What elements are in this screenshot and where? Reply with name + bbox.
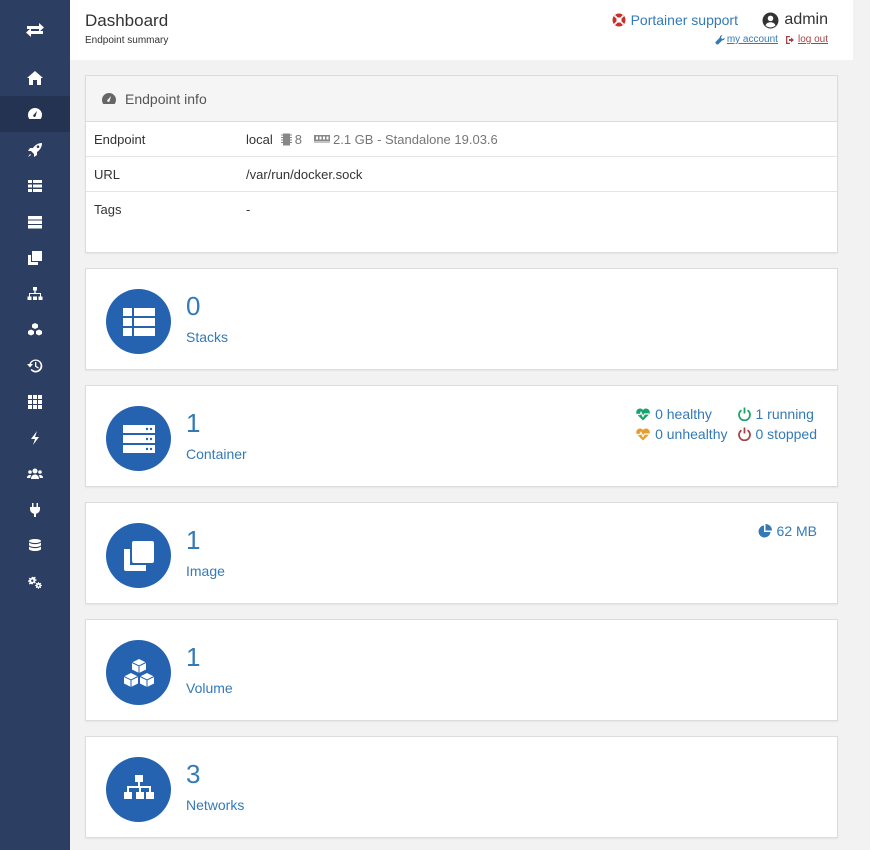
server-icon[interactable]	[0, 204, 70, 240]
cpu-count: 8	[294, 131, 302, 147]
running-status: 1 running	[737, 406, 818, 422]
networks-widget[interactable]: 3 Networks	[85, 736, 838, 838]
heartbeat-icon	[636, 428, 650, 440]
stopped-status: 0 stopped	[737, 426, 818, 442]
sign-out-icon	[785, 35, 794, 44]
containers-label: Container	[186, 446, 247, 462]
volumes-count: 1	[186, 642, 201, 672]
info-value: /var/run/docker.sock	[246, 166, 363, 182]
sitemap-icon[interactable]	[0, 276, 70, 312]
pie-chart-icon	[758, 524, 772, 538]
running-label: 1 running	[755, 406, 814, 422]
unhealthy-label: 0 unhealthy	[655, 426, 728, 442]
info-key: Tags	[94, 202, 122, 217]
images-label: Image	[186, 563, 225, 579]
memory-icon	[313, 135, 330, 143]
memory-summary: 2.1 GB - Standalone 19.03.6	[332, 131, 498, 147]
info-value: local 8 2.1 GB - Standalone 19.03.6	[246, 132, 498, 147]
networks-label: Networks	[186, 797, 245, 813]
cubes-icon	[106, 640, 171, 705]
stopped-label: 0 stopped	[755, 426, 818, 442]
endpoint-info-header: Endpoint info	[86, 76, 837, 122]
user-menu: admin	[762, 11, 828, 29]
info-row-url: URL /var/run/docker.sock	[86, 157, 837, 192]
cogs-icon[interactable]	[0, 564, 70, 600]
life-ring-icon	[612, 13, 626, 27]
volumes-label: Volume	[186, 680, 233, 696]
endpoint-info-title: Endpoint info	[125, 90, 207, 107]
th-icon[interactable]	[0, 384, 70, 420]
stacks-count: 0	[186, 291, 201, 321]
plug-icon[interactable]	[0, 492, 70, 528]
my-account-link[interactable]: my account	[715, 34, 778, 45]
history-icon[interactable]	[0, 348, 70, 384]
sitemap-icon	[106, 757, 171, 822]
server-icon	[106, 406, 171, 471]
stacks-icon	[106, 289, 171, 354]
users-icon[interactable]	[0, 456, 70, 492]
container-status: 0 healthy 1 running 0 unhealthy 0 stoppe…	[636, 406, 817, 442]
clone-icon[interactable]	[0, 240, 70, 276]
tachometer-icon	[102, 92, 116, 104]
endpoint-name: local	[246, 131, 273, 147]
healthy-status: 0 healthy	[636, 406, 727, 422]
info-value: -	[246, 202, 251, 217]
header: Dashboard Endpoint summary Portainer sup…	[70, 0, 853, 60]
clone-icon	[106, 523, 171, 588]
power-off-icon	[737, 427, 751, 441]
stacks-widget[interactable]: 0 Stacks	[85, 268, 838, 370]
images-size: 62 MB	[758, 523, 817, 539]
support-label: Portainer support	[630, 12, 738, 28]
heartbeat-icon	[636, 408, 650, 420]
stacks-label: Stacks	[186, 329, 229, 345]
log-out-label: log out	[797, 34, 828, 45]
account-links: my account log out	[715, 34, 828, 45]
healthy-label: 0 healthy	[655, 406, 712, 422]
page-title: Dashboard	[85, 11, 169, 30]
unhealthy-status: 0 unhealthy	[636, 426, 728, 442]
rocket-icon[interactable]	[0, 132, 70, 168]
log-out-link[interactable]: log out	[785, 34, 828, 45]
info-key: Endpoint	[94, 131, 146, 147]
tachometer-icon[interactable]	[0, 96, 70, 132]
images-widget[interactable]: 1 Image 62 MB	[85, 502, 838, 604]
toggle-icon[interactable]	[0, 0, 70, 60]
info-row-endpoint: Endpoint local 8 2.1 GB - Standalone 19.…	[86, 122, 837, 157]
bolt-icon[interactable]	[0, 420, 70, 456]
images-count: 1	[186, 525, 201, 555]
microchip-icon	[280, 133, 292, 145]
power-on-icon	[737, 407, 751, 421]
user-circle-icon	[762, 12, 779, 28]
containers-count: 1	[186, 408, 201, 438]
networks-count: 3	[186, 759, 201, 789]
wrench-icon	[715, 34, 725, 44]
page-subtitle: Endpoint summary	[85, 35, 169, 46]
sidebar	[0, 0, 70, 850]
database-icon[interactable]	[0, 528, 70, 564]
list-icon[interactable]	[0, 168, 70, 204]
info-row-tags: Tags -	[86, 192, 837, 246]
info-key: URL	[94, 166, 121, 182]
images-size-label: 62 MB	[776, 523, 817, 539]
cubes-icon[interactable]	[0, 312, 70, 348]
user-name: admin	[784, 11, 828, 28]
volumes-widget[interactable]: 1 Volume	[85, 619, 838, 721]
containers-widget[interactable]: 1 Container 0 healthy 1 running 0 unheal…	[85, 385, 838, 487]
endpoint-info-widget: Endpoint info Endpoint local 8 2.1 GB - …	[85, 75, 838, 253]
my-account-label: my account	[726, 34, 778, 45]
support-link[interactable]: Portainer support	[612, 12, 738, 28]
home-icon[interactable]	[0, 60, 70, 96]
